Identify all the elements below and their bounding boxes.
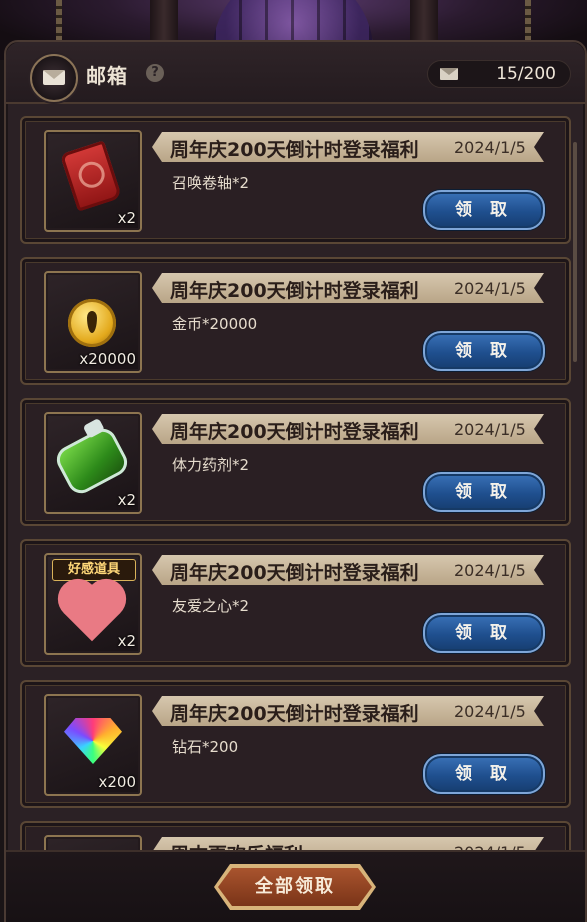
claim-button[interactable]: 领 取: [423, 190, 545, 230]
item-slot[interactable]: x200: [44, 694, 142, 796]
item-slot[interactable]: x2: [44, 130, 142, 232]
stamina-potion-icon: [52, 423, 132, 499]
mail-date: 2024/1/5: [454, 279, 526, 298]
claim-button[interactable]: 领 取: [423, 331, 545, 371]
item-quantity: x200: [98, 773, 136, 791]
envelope-icon: [43, 70, 65, 85]
help-icon[interactable]: ?: [146, 64, 164, 82]
claim-all-button[interactable]: 全部领取: [218, 868, 372, 906]
item-slot[interactable]: x20000: [44, 271, 142, 373]
item-quantity: x2: [117, 632, 136, 650]
mailbox-panel: 邮箱 ? 15/200 x2 周年庆200天倒计时登录福利 2024/1/5 召…: [4, 40, 587, 922]
mail-subject: 周年庆200天倒计时登录福利: [170, 421, 419, 443]
mail-content: 友爱之心*2: [172, 597, 250, 615]
mailbox-header: 邮箱 ? 15/200: [6, 42, 585, 104]
mail-item[interactable]: x2 周年庆200天倒计时登录福利 2024/1/5 体力药剂*2 领 取: [20, 398, 571, 526]
gold-coin-icon: [68, 299, 116, 347]
mail-item[interactable]: 周末更欢乐福利 2024/1/5: [20, 821, 571, 852]
mail-date: 2024/1/5: [454, 561, 526, 580]
claim-button[interactable]: 领 取: [423, 613, 545, 653]
item-slot[interactable]: 好感道具 x2: [44, 553, 142, 655]
envelope-icon: [440, 68, 458, 80]
mail-date: 2024/1/5: [454, 702, 526, 721]
diamond-icon: [64, 718, 122, 764]
mail-content: 召唤卷轴*2: [172, 174, 250, 192]
friendship-heart-icon: [63, 584, 121, 642]
mail-content: 体力药剂*2: [172, 456, 250, 474]
summon-scroll-icon: [59, 140, 123, 212]
item-quantity: x20000: [79, 350, 136, 368]
mail-count: 15/200: [496, 64, 556, 84]
mail-content: 金币*20000: [172, 315, 258, 333]
item-quantity: x2: [117, 491, 136, 509]
claim-button[interactable]: 领 取: [423, 472, 545, 512]
mail-date: 2024/1/5: [454, 138, 526, 157]
mail-date: 2024/1/5: [454, 420, 526, 439]
backdrop-chain: [56, 0, 62, 40]
mail-counter: 15/200: [427, 60, 571, 88]
mail-content: 钻石*200: [172, 738, 239, 756]
mail-item[interactable]: x200 周年庆200天倒计时登录福利 2024/1/5 钻石*200 领 取: [20, 680, 571, 808]
mail-item[interactable]: x2 周年庆200天倒计时登录福利 2024/1/5 召唤卷轴*2 领 取: [20, 116, 571, 244]
mail-item[interactable]: 好感道具 x2 周年庆200天倒计时登录福利 2024/1/5 友爱之心*2 领…: [20, 539, 571, 667]
backdrop-chain: [525, 0, 531, 40]
page-title: 邮箱: [86, 64, 128, 88]
mail-list[interactable]: x2 周年庆200天倒计时登录福利 2024/1/5 召唤卷轴*2 领 取 x2…: [6, 116, 585, 852]
mail-subject: 周年庆200天倒计时登录福利: [170, 703, 419, 725]
item-slot[interactable]: x2: [44, 412, 142, 514]
item-tag: 好感道具: [52, 559, 136, 581]
claim-button[interactable]: 领 取: [423, 754, 545, 794]
scrollbar[interactable]: [573, 142, 577, 362]
item-quantity: x2: [117, 209, 136, 227]
mailbox-footer: 全部领取: [6, 850, 585, 922]
mail-subject: 周年庆200天倒计时登录福利: [170, 562, 419, 584]
mail-subject: 周年庆200天倒计时登录福利: [170, 280, 419, 302]
mail-subject: 周年庆200天倒计时登录福利: [170, 139, 419, 161]
mailbox-badge: [30, 54, 78, 102]
mail-item[interactable]: x20000 周年庆200天倒计时登录福利 2024/1/5 金币*20000 …: [20, 257, 571, 385]
